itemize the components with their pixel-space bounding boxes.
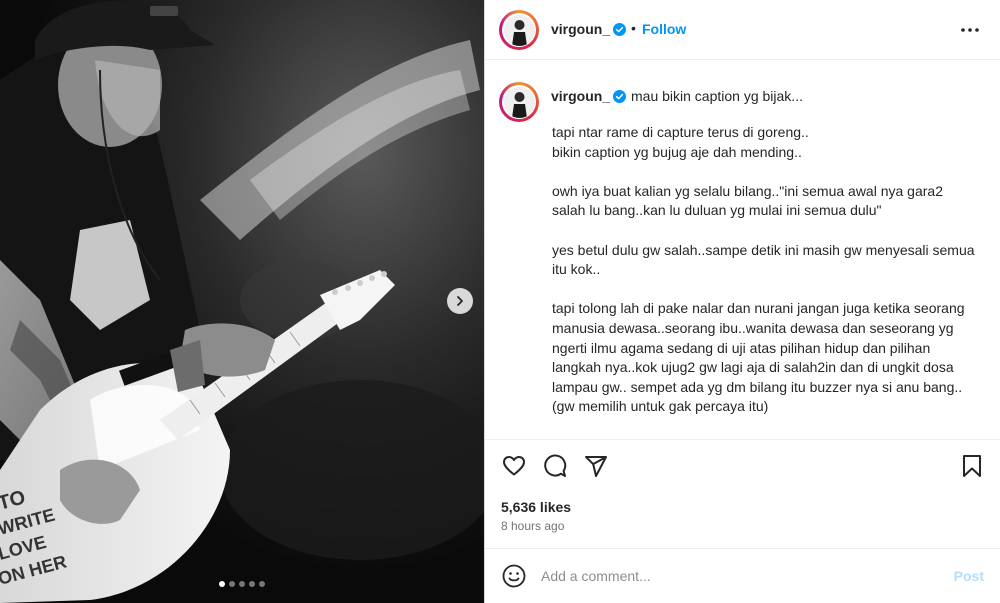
caption-username[interactable]: virgoun_ bbox=[551, 88, 610, 104]
more-horizontal-icon bbox=[961, 28, 979, 32]
post-comment-button[interactable]: Post bbox=[954, 568, 984, 584]
avatar[interactable] bbox=[499, 10, 539, 50]
avatar-image bbox=[503, 14, 535, 46]
caption-text: tapi ntar rame di capture terus di goren… bbox=[552, 124, 975, 439]
carousel-dot bbox=[239, 581, 245, 587]
post-media[interactable]: TO WRITE LOVE ON HER bbox=[0, 0, 484, 603]
save-button[interactable] bbox=[958, 452, 986, 480]
emoji-icon[interactable] bbox=[502, 564, 526, 588]
action-bar bbox=[485, 452, 1000, 484]
post-photo: TO WRITE LOVE ON HER bbox=[0, 0, 484, 603]
caption-area: virgoun_ mau bikin caption yg bijak... t… bbox=[485, 60, 1000, 440]
more-options-button[interactable] bbox=[958, 18, 982, 42]
instagram-post: TO WRITE LOVE ON HER virgoun_ • Follow v… bbox=[0, 0, 1000, 603]
share-icon bbox=[585, 456, 607, 477]
heart-icon bbox=[503, 456, 525, 476]
carousel-dot bbox=[249, 581, 255, 587]
carousel-dot bbox=[229, 581, 235, 587]
carousel-indicator bbox=[0, 581, 484, 587]
comment-button[interactable] bbox=[541, 452, 569, 480]
chevron-right-icon bbox=[457, 296, 463, 306]
comment-input[interactable] bbox=[541, 563, 921, 589]
carousel-dot bbox=[219, 581, 225, 587]
caption-first-line: mau bikin caption yg bijak... bbox=[631, 88, 803, 104]
follow-button[interactable]: Follow bbox=[642, 21, 686, 37]
carousel-dot bbox=[259, 581, 265, 587]
share-button[interactable] bbox=[582, 452, 610, 480]
like-count[interactable]: 5,636 likes bbox=[501, 499, 571, 515]
header-username[interactable]: virgoun_ bbox=[551, 21, 610, 37]
post-panel: virgoun_ • Follow virgoun_ mau bikin cap… bbox=[484, 0, 1000, 603]
header-separator: • bbox=[631, 20, 636, 36]
comment-bar: Post bbox=[485, 548, 1000, 603]
post-header: virgoun_ • Follow bbox=[485, 0, 1000, 60]
like-button[interactable] bbox=[500, 452, 528, 480]
caption-avatar[interactable] bbox=[499, 82, 539, 122]
avatar-image bbox=[503, 86, 535, 118]
verified-badge-icon bbox=[613, 23, 626, 36]
next-photo-button[interactable] bbox=[447, 288, 473, 314]
comment-icon bbox=[544, 454, 567, 477]
bookmark-icon bbox=[963, 455, 981, 477]
verified-badge-icon bbox=[613, 90, 626, 103]
post-timestamp[interactable]: 8 hours ago bbox=[501, 519, 564, 533]
